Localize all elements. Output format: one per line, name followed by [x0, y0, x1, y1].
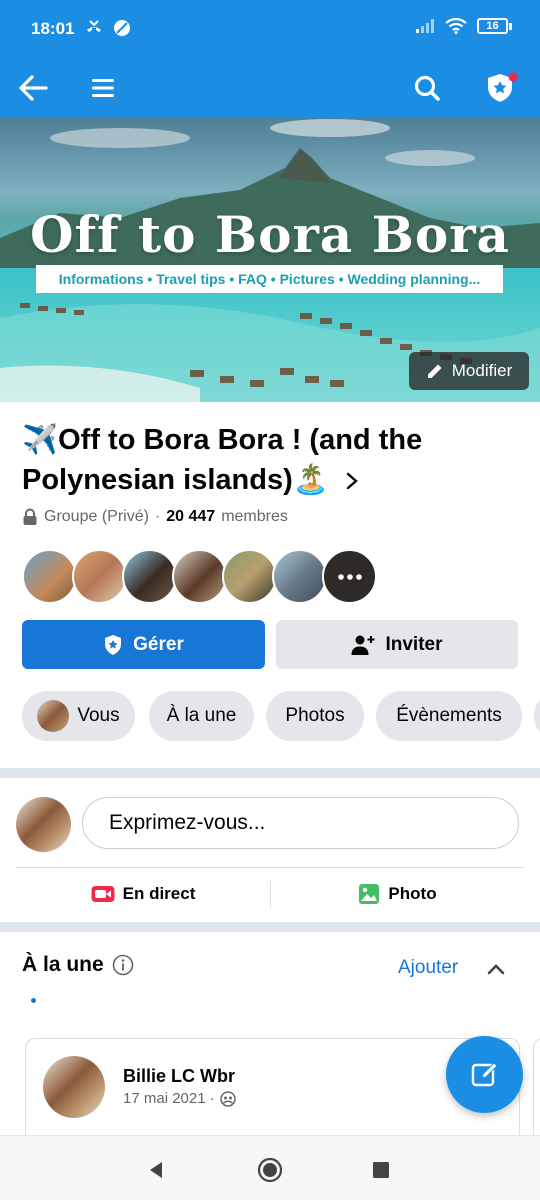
chevron-up-icon[interactable]: [487, 962, 505, 976]
meta-separator: ·: [154, 508, 161, 525]
tab-photos[interactable]: Photos: [266, 691, 364, 741]
back-arrow-icon: [19, 75, 48, 101]
member-avatar[interactable]: [72, 549, 127, 604]
status-right: 16: [415, 18, 512, 34]
manage-button[interactable]: Gérer: [22, 620, 265, 669]
photo-icon: [359, 884, 380, 904]
featured-header: À la une: [22, 953, 134, 977]
group-name-link[interactable]: ✈️Off to Bora Bora ! (and the Polynesian…: [22, 420, 492, 500]
battery-level: 16: [477, 18, 508, 34]
back-button[interactable]: [9, 64, 57, 112]
compose-post-fab[interactable]: [446, 1036, 523, 1113]
post-author[interactable]: Billie LC Wbr: [123, 1066, 235, 1087]
live-video-icon: [91, 886, 115, 902]
user-avatar: [37, 700, 70, 732]
post-meta: 17 mai 2021 ·: [123, 1090, 236, 1107]
battery-icon: 16: [477, 18, 512, 34]
live-label: En direct: [122, 884, 196, 903]
more-members-button[interactable]: [322, 549, 377, 604]
cover-title: Off to Bora Bora: [30, 205, 510, 264]
tab-label: Évènements: [396, 705, 502, 726]
compose-icon: [471, 1061, 498, 1086]
member-count: 20 447: [166, 508, 216, 525]
member-avatar[interactable]: [272, 549, 327, 604]
more-icon: [337, 573, 362, 580]
edit-cover-label: Modifier: [451, 361, 513, 380]
missed-call-icon: [87, 20, 101, 32]
user-avatar[interactable]: [16, 797, 71, 852]
tab-label: Photos: [285, 705, 345, 726]
group-privacy: Groupe (Privé): [44, 508, 149, 525]
add-person-icon: [351, 635, 375, 655]
photo-label: Photo: [388, 884, 437, 903]
search-icon: [414, 75, 440, 101]
search-button[interactable]: [403, 64, 451, 112]
tab-featured[interactable]: À la une: [149, 691, 254, 741]
tab-label: À la une: [166, 705, 237, 726]
section-divider: [0, 922, 540, 932]
nav-back-button[interactable]: [136, 1150, 176, 1190]
chevron-right-icon: [346, 473, 358, 490]
invite-button[interactable]: Inviter: [276, 620, 518, 669]
menu-button[interactable]: [79, 64, 127, 112]
lock-icon: [23, 508, 37, 525]
members-label: membres: [221, 508, 288, 525]
composer-input[interactable]: Exprimez-vous...: [82, 797, 519, 849]
nav-recents-icon: [373, 1162, 389, 1178]
composer-placeholder: Exprimez-vous...: [109, 811, 266, 834]
admin-tools-button[interactable]: [478, 64, 526, 112]
post-author-avatar[interactable]: [43, 1056, 105, 1118]
group-meta: Groupe (Privé) · 20 447 membres: [22, 508, 288, 526]
post-date: 17 mai 2021 ·: [123, 1090, 215, 1107]
tab-more[interactable]: [534, 691, 540, 741]
nav-home-button[interactable]: [250, 1150, 290, 1190]
member-avatar[interactable]: [122, 549, 177, 604]
carousel-indicator: [31, 998, 36, 1003]
manage-label: Gérer: [133, 633, 184, 655]
photo-button[interactable]: Photo: [271, 874, 524, 914]
live-video-button[interactable]: En direct: [16, 874, 270, 914]
admin-shield-icon: [488, 72, 518, 102]
composer-divider: [16, 867, 524, 868]
app-bar: [0, 58, 540, 118]
featured-title: À la une: [22, 953, 104, 976]
group-name: ✈️Off to Bora Bora ! (and the Polynesian…: [22, 424, 423, 496]
group-audience-icon: [219, 1090, 236, 1107]
add-featured-link[interactable]: Ajouter: [398, 957, 458, 979]
nav-home-icon: [257, 1157, 283, 1183]
nav-recents-button[interactable]: [361, 1150, 401, 1190]
group-tabs: Vous À la une Photos Évènements: [22, 691, 540, 741]
nav-back-icon: [150, 1162, 162, 1178]
signal-icon: [416, 19, 434, 33]
section-divider: [0, 768, 540, 778]
pencil-icon: [427, 364, 442, 378]
admin-shield-icon: [105, 634, 122, 655]
status-left-icons: [84, 18, 132, 38]
member-avatar[interactable]: [172, 549, 227, 604]
status-time: 18:01: [31, 19, 75, 38]
tab-events[interactable]: Évènements: [376, 691, 522, 741]
menu-icon: [92, 79, 114, 97]
member-avatar[interactable]: [22, 549, 77, 604]
wifi-icon: [445, 18, 467, 34]
invite-label: Inviter: [385, 633, 443, 655]
info-icon[interactable]: [112, 954, 134, 976]
member-avatar[interactable]: [222, 549, 277, 604]
blocked-icon: [114, 20, 130, 36]
system-nav-bar: [0, 1135, 540, 1200]
edit-cover-button[interactable]: Modifier: [409, 352, 529, 390]
tab-label: Vous: [77, 705, 120, 726]
cover-subtitle: Informations • Travel tips • FAQ • Pictu…: [36, 265, 503, 293]
tab-you[interactable]: Vous: [22, 691, 135, 741]
status-bar: 18:01 16: [0, 0, 540, 58]
